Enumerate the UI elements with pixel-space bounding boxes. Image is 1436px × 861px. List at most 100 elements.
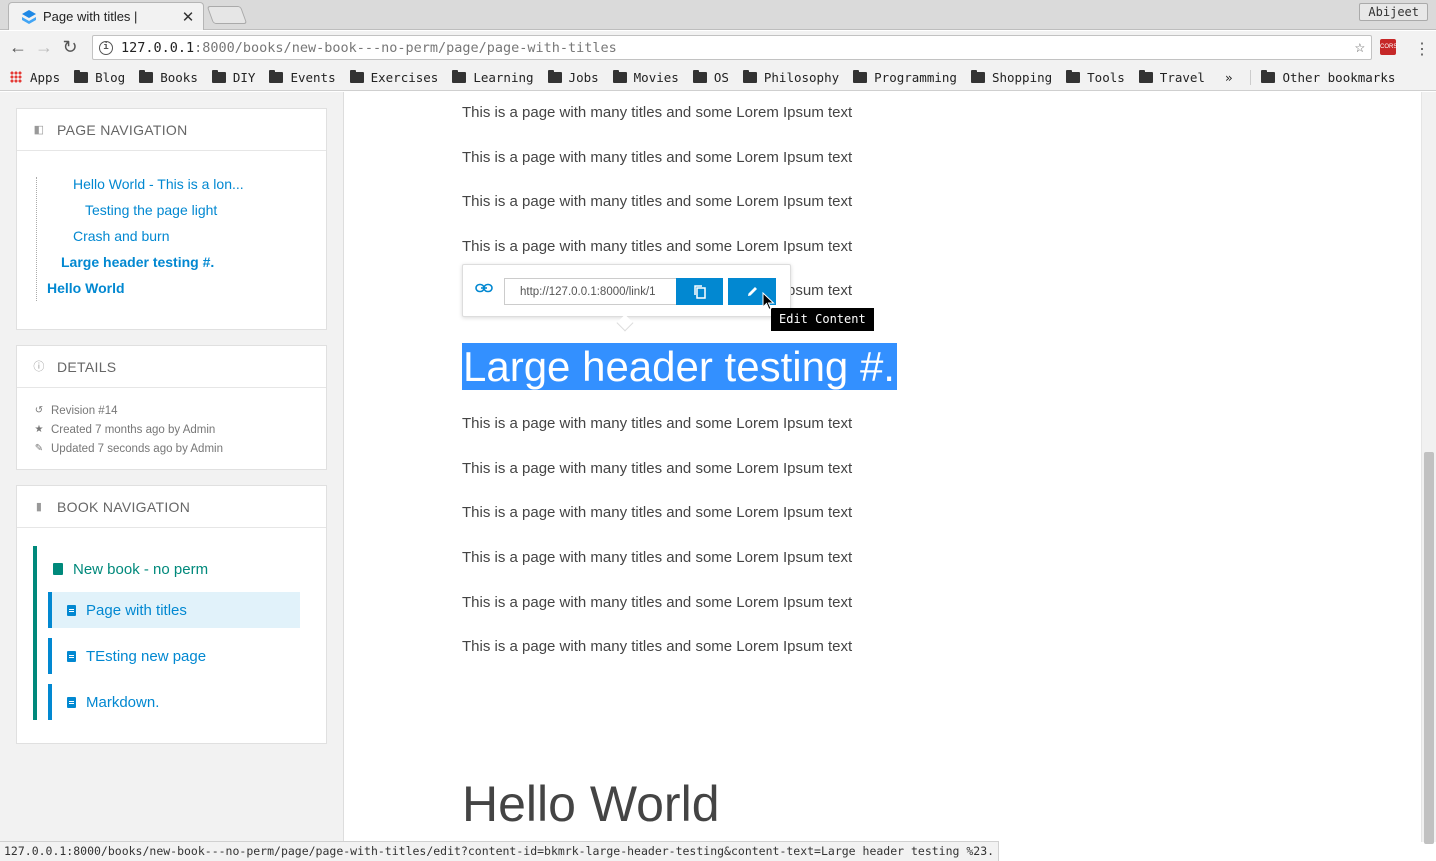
copy-link-button[interactable] <box>676 278 723 305</box>
paragraph-partial: psum text <box>787 282 853 299</box>
bookmark-folder[interactable]: Philosophy <box>742 69 839 85</box>
page-nav-link[interactable]: Hello World <box>17 279 326 305</box>
paragraph: This is a page with many titles and some… <box>462 504 853 521</box>
page-nav-link[interactable]: Large header testing #. <box>17 253 326 279</box>
page-label: TEsting new page <box>86 647 207 665</box>
bookmark-folder[interactable]: Tools <box>1066 69 1125 85</box>
apps-grid-icon <box>10 71 22 83</box>
url-path: :8000/books/new-book---no-perm/page/page… <box>194 39 617 56</box>
more-bookmarks-icon[interactable]: » <box>1225 70 1233 85</box>
revision-text: Revision #14 <box>51 404 118 417</box>
book-page-link[interactable]: Page with titles <box>48 592 300 628</box>
url-host: 127.0.0.1 <box>121 39 195 56</box>
site-info-icon[interactable]: i <box>99 40 113 55</box>
close-tab-icon[interactable]: ✕ <box>179 8 197 26</box>
bookmark-star-icon[interactable]: ☆ <box>1355 37 1365 57</box>
edit-content-tooltip: Edit Content <box>771 308 874 331</box>
page-nav-link[interactable]: Testing the page light <box>17 201 326 227</box>
folder-icon <box>211 69 226 83</box>
folder-icon <box>349 69 364 83</box>
star-icon: ★ <box>34 424 44 435</box>
book-navigation-header: ▮ BOOK NAVIGATION <box>17 486 326 528</box>
forward-arrow-icon[interactable]: → <box>31 37 57 58</box>
details-header: ⓘ DETAILS <box>17 346 326 388</box>
reload-icon[interactable]: ↻ <box>57 37 83 58</box>
paragraph: This is a page with many titles and some… <box>462 549 853 566</box>
paragraph: This is a page with many titles and some… <box>462 415 853 432</box>
info-icon: ⓘ <box>33 360 45 373</box>
page-icon <box>67 696 76 708</box>
copy-icon <box>693 284 706 299</box>
scrollbar-thumb[interactable] <box>1424 452 1434 844</box>
page-icon <box>67 650 76 662</box>
section-link-input[interactable] <box>504 278 676 305</box>
updated-text: Updated 7 seconds ago by Admin <box>51 442 223 455</box>
profile-button[interactable]: Abijeet <box>1359 3 1428 21</box>
folder-icon <box>742 69 757 83</box>
bookstack-favicon-icon <box>22 9 36 24</box>
nav-guide-line <box>36 177 37 301</box>
address-bar[interactable]: i 127.0.0.1:8000/books/new-book---no-per… <box>92 35 1372 60</box>
page-nav-link[interactable]: Crash and burn <box>17 227 326 253</box>
bookmark-folder[interactable]: Books <box>139 69 198 85</box>
bookmark-folder[interactable]: OS <box>692 69 729 85</box>
folder-icon <box>547 69 562 83</box>
browser-menu-icon[interactable]: ⋮ <box>1414 39 1430 59</box>
bookmark-folder[interactable]: Travel <box>1138 69 1205 85</box>
created-row: ★ Created 7 months ago by Admin <box>33 420 310 439</box>
bookmark-folder[interactable]: Shopping <box>970 69 1052 85</box>
page-viewport: ◧ PAGE NAVIGATION Hello World - This is … <box>0 92 1436 844</box>
page-label: Markdown. <box>86 693 160 711</box>
details-card: ⓘ DETAILS ↺ Revision #14 ★ Created 7 month… <box>16 345 327 470</box>
details-body: ↺ Revision #14 ★ Created 7 months ago by A… <box>17 388 326 468</box>
vertical-scrollbar[interactable] <box>1421 92 1436 844</box>
tab-bar: Page with titles | ✕ Abijeet <box>0 0 1436 30</box>
page-navigation-heading: PAGE NAVIGATION <box>57 121 188 138</box>
back-arrow-icon[interactable]: ← <box>5 37 31 58</box>
bookmark-folder[interactable]: Learning <box>452 69 534 85</box>
folder-icon <box>612 69 627 83</box>
details-heading: DETAILS <box>57 358 117 375</box>
revision-row: ↺ Revision #14 <box>33 401 310 420</box>
paragraph: This is a page with many titles and some… <box>462 193 853 210</box>
section-link-popup <box>462 264 791 332</box>
bookmark-apps[interactable]: Apps <box>0 70 60 85</box>
page-content: This is a page with many titles and some… <box>344 92 1422 842</box>
folder-icon <box>692 69 707 83</box>
folder-icon <box>74 69 89 83</box>
page-navigation-list: Hello World - This is a lon... Testing t… <box>17 151 326 323</box>
book-link[interactable]: New book - no perm <box>37 546 326 592</box>
mouse-cursor-icon <box>762 292 775 311</box>
paragraph: This is a page with many titles and some… <box>462 460 853 477</box>
folder-icon <box>1261 69 1276 83</box>
folder-icon <box>853 69 868 83</box>
bookmark-folder[interactable]: Jobs <box>547 69 599 85</box>
book-page-link[interactable]: Markdown. <box>48 684 300 720</box>
folder-icon <box>1138 69 1153 83</box>
paragraph: This is a page with many titles and some… <box>462 104 853 121</box>
bookmark-folder[interactable]: DIY <box>211 69 255 85</box>
bookmark-folder[interactable]: Blog <box>74 69 125 85</box>
cors-extension-icon[interactable]: CORS <box>1380 39 1397 55</box>
bookmark-folder[interactable]: Movies <box>612 69 679 85</box>
book-tree: New book - no perm Page with titles TEst… <box>33 546 326 720</box>
paragraph: This is a page with many titles and some… <box>462 594 853 611</box>
book-page-link[interactable]: TEsting new page <box>48 638 300 674</box>
page-nav-link[interactable]: Hello World - This is a lon... <box>17 175 326 201</box>
tab-title: Page with titles | <box>43 9 138 24</box>
page-icon <box>67 604 76 616</box>
bookmark-folder[interactable]: Exercises <box>349 69 438 85</box>
paragraph: This is a page with many titles and some… <box>462 638 853 655</box>
folder-icon <box>970 69 985 83</box>
pencil-icon: ✎ <box>34 443 44 454</box>
bookmark-folder[interactable]: Events <box>269 69 336 85</box>
book-icon <box>53 563 63 575</box>
link-icon <box>475 283 493 293</box>
large-header-selected[interactable]: Large header testing #. <box>462 343 897 390</box>
other-bookmarks[interactable]: Other bookmarks <box>1250 69 1395 85</box>
page-navigation-header: ◧ PAGE NAVIGATION <box>17 109 326 151</box>
pencil-icon <box>747 287 757 296</box>
new-tab-button[interactable] <box>206 6 248 24</box>
browser-tab[interactable]: Page with titles | ✕ <box>8 2 204 30</box>
bookmark-folder[interactable]: Programming <box>853 69 957 85</box>
